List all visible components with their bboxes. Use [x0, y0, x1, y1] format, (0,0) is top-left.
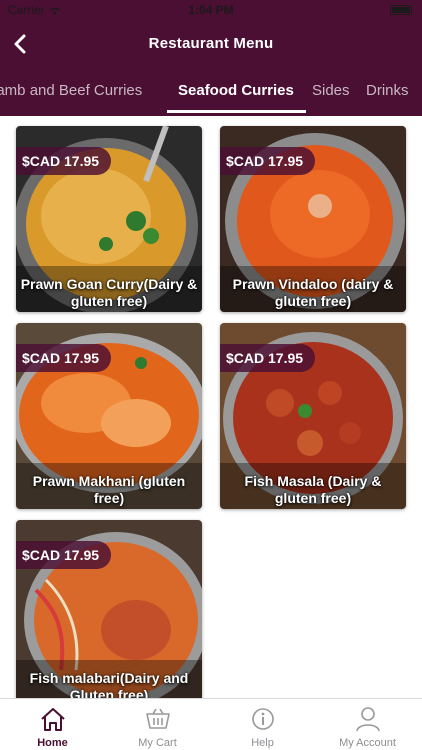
dish-name: Prawn Vindaloo (dairy & gluten free)	[232, 276, 394, 309]
tabbar-my-account-label: My Account	[339, 737, 396, 749]
menu-item-card[interactable]: $CAD 17.95 Prawn Goan Curry(Dairy & glut…	[16, 126, 202, 312]
tabbar-my-cart[interactable]: My Cart	[105, 699, 210, 750]
status-bar: Carrier 1:04 PM	[0, 0, 422, 22]
info-icon	[252, 708, 274, 730]
dish-name: Prawn Goan Curry(Dairy & gluten free)	[20, 276, 198, 309]
bottom-tab-bar: Home My Cart Help My Account	[0, 698, 422, 750]
user-icon	[356, 707, 380, 732]
tabbar-help[interactable]: Help	[210, 699, 315, 750]
title-bar: Restaurant Menu	[0, 26, 422, 62]
tabbar-home-label: Home	[37, 737, 68, 749]
tab-drinks[interactable]: Drinks	[366, 82, 409, 99]
dish-name: Prawn Makhani (gluten free)	[32, 473, 186, 506]
price-badge: $CAD 17.95	[16, 147, 112, 175]
home-icon	[41, 708, 65, 731]
category-tabs: Lamb and Beef Curries Seafood Curries Si…	[0, 72, 422, 116]
price-badge: $CAD 17.95	[220, 147, 316, 175]
dish-name: Fish malabari(Dairy and Gluten free)	[29, 670, 189, 698]
menu-item-card[interactable]: $CAD 17.95 Fish Masala (Dairy & gluten f…	[220, 323, 406, 509]
battery-icon	[390, 5, 412, 15]
page-title: Restaurant Menu	[148, 35, 274, 52]
tabbar-my-account[interactable]: My Account	[315, 699, 420, 750]
cart-icon	[146, 708, 170, 729]
menu-item-card[interactable]: $CAD 17.95 Prawn Vindaloo (dairy & glute…	[220, 126, 406, 312]
dish-name: Fish Masala (Dairy & gluten free)	[244, 473, 382, 506]
tab-seafood-curries[interactable]: Seafood Curries	[178, 82, 294, 99]
tabbar-help-label: Help	[251, 737, 274, 749]
menu-item-card[interactable]: $CAD 17.95 Fish malabari(Dairy and Glute…	[16, 520, 202, 698]
header: Carrier 1:04 PM Restaurant Menu Lamb and…	[0, 0, 422, 116]
menu-item-card[interactable]: $CAD 17.95 Prawn Makhani (gluten free)	[16, 323, 202, 509]
tab-sides[interactable]: Sides	[312, 82, 350, 99]
status-time: 1:04 PM	[188, 3, 234, 17]
tab-lamb-and-beef-curries[interactable]: Lamb and Beef Curries	[0, 82, 142, 99]
price-badge: $CAD 17.95	[16, 541, 112, 569]
price-badge: $CAD 17.95	[220, 344, 316, 372]
tabbar-home[interactable]: Home	[0, 699, 105, 750]
active-tab-indicator	[167, 110, 306, 113]
tabbar-my-cart-label: My Cart	[138, 737, 177, 749]
menu-grid: $CAD 17.95 Prawn Goan Curry(Dairy & glut…	[0, 116, 422, 698]
price-badge: $CAD 17.95	[16, 344, 112, 372]
